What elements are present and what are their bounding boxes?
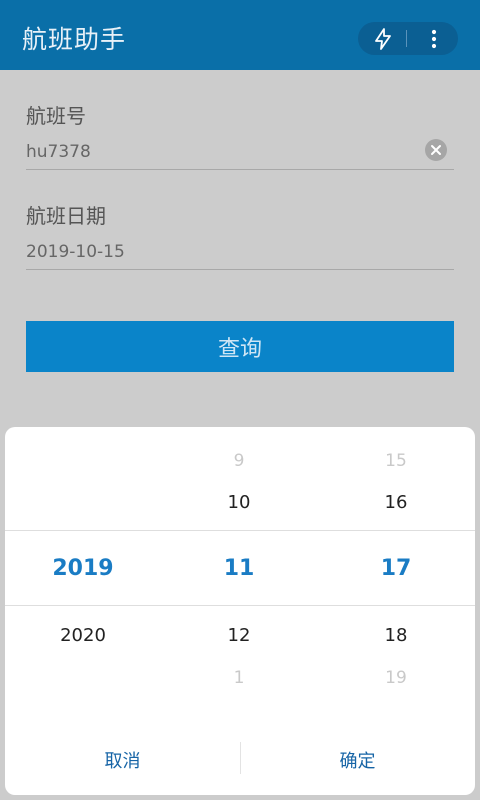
month-option[interactable]: 12 — [161, 625, 317, 646]
day-option[interactable]: 19 — [317, 668, 475, 688]
flight-number-label: 航班号 — [26, 104, 86, 128]
capsule-divider — [406, 30, 407, 47]
day-option[interactable]: 18 — [317, 625, 475, 646]
year-wheel[interactable]: 2019 2020 — [5, 427, 161, 727]
cancel-button[interactable]: 取消 — [5, 745, 240, 775]
flight-date-field[interactable]: 2019-10-15 — [26, 242, 125, 262]
query-button[interactable]: 查询 — [26, 321, 454, 372]
month-option[interactable]: 9 — [161, 451, 317, 471]
confirm-button[interactable]: 确定 — [240, 745, 475, 775]
month-selected[interactable]: 11 — [161, 556, 317, 581]
day-wheel[interactable]: 15 16 17 18 19 — [317, 427, 475, 727]
app-header: 航班助手 — [0, 0, 480, 70]
flight-number-input[interactable]: hu7378 — [26, 142, 91, 162]
flash-icon[interactable] — [371, 27, 395, 51]
day-selected[interactable]: 17 — [317, 556, 475, 581]
app-title: 航班助手 — [22, 25, 127, 54]
flight-date-underline — [26, 269, 454, 270]
year-option[interactable]: 2020 — [5, 625, 161, 646]
day-option[interactable]: 16 — [317, 492, 475, 513]
month-option[interactable]: 10 — [161, 492, 317, 513]
day-option[interactable]: 15 — [317, 451, 475, 471]
more-vert-icon[interactable] — [422, 27, 446, 51]
year-selected[interactable]: 2019 — [5, 556, 161, 581]
date-picker-dialog: 2019 2020 9 10 11 12 1 15 16 17 18 19 取消… — [5, 427, 475, 795]
month-option[interactable]: 1 — [161, 668, 317, 688]
month-wheel[interactable]: 9 10 11 12 1 — [161, 427, 317, 727]
clear-input-icon[interactable] — [425, 139, 447, 161]
flight-date-label: 航班日期 — [26, 204, 106, 228]
header-action-capsule — [358, 22, 458, 55]
flight-number-underline — [26, 169, 454, 170]
